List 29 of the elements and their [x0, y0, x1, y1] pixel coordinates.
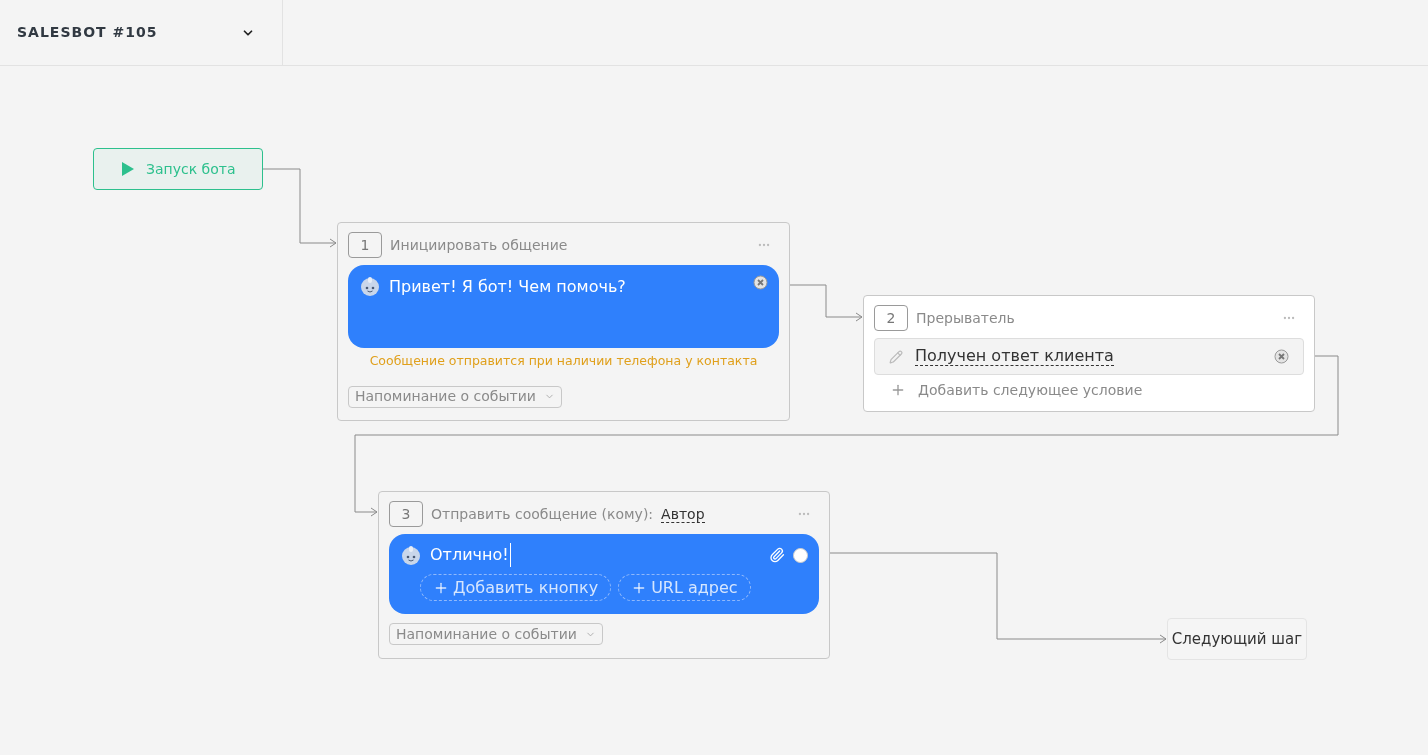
paperclip-icon[interactable]	[769, 547, 785, 563]
warning-text: Сообщение отправится при наличии телефона у контакта	[368, 352, 759, 370]
bot-title: SALESBOT #105	[17, 23, 158, 42]
close-icon[interactable]	[1274, 349, 1289, 364]
message-bubble[interactable]: Отлично! Добавить кнопку URL адрес	[389, 534, 819, 614]
robot-icon	[359, 275, 381, 297]
recipient-link[interactable]: Автор	[661, 505, 705, 523]
close-icon[interactable]	[753, 275, 768, 290]
robot-icon	[400, 544, 422, 566]
reminder-dropdown[interactable]: Напоминание о событии	[389, 623, 603, 645]
step-number: 2	[874, 305, 908, 331]
condition-row[interactable]: Получен ответ клиента	[874, 338, 1304, 375]
play-icon	[122, 162, 134, 176]
start-label: Запуск бота	[146, 159, 236, 179]
step-title: Прерыватель	[916, 308, 1015, 328]
message-text: Привет! Я бот! Чем помочь?	[389, 276, 626, 298]
add-condition-button[interactable]: Добавить следующее условие	[874, 375, 1159, 405]
reminder-dropdown[interactable]: Напоминание о событии	[348, 385, 562, 408]
step-title: Инициировать общение	[390, 235, 568, 255]
plus-icon	[890, 382, 906, 398]
condition-text: Получен ответ клиента	[915, 347, 1114, 366]
step-title: Отправить сообщение (кому):	[431, 504, 654, 524]
step-number: 1	[348, 232, 382, 258]
message-bubble[interactable]: Привет! Я бот! Чем помочь?	[348, 265, 779, 348]
message-text: Отлично!	[430, 543, 511, 567]
step-number: 3	[389, 501, 423, 527]
start-node[interactable]: Запуск бота	[93, 148, 263, 190]
pencil-icon	[889, 349, 903, 364]
next-step-node[interactable]: Следующий шаг	[1167, 618, 1307, 660]
